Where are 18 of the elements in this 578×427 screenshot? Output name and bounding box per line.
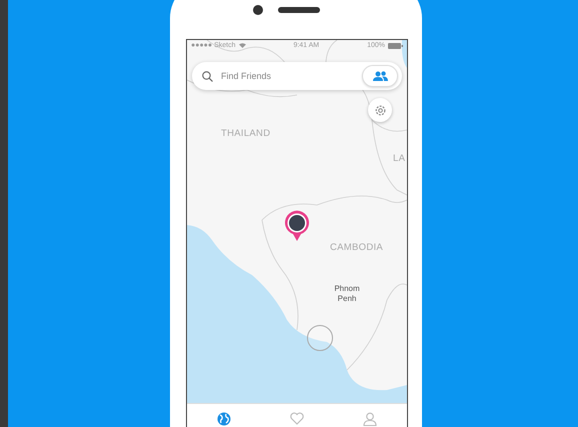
heart-icon: [290, 412, 304, 425]
battery-icon: [388, 42, 403, 48]
location-circle: [307, 325, 333, 351]
country-label: CAMBODIA: [330, 242, 384, 253]
camera-icon: [253, 5, 263, 15]
tab-button[interactable]: [288, 410, 306, 427]
country-label: THAILAND: [221, 128, 270, 139]
people-icon: [372, 71, 388, 81]
wifi-icon: [238, 43, 246, 48]
speaker-icon: [278, 7, 320, 13]
city-label: Phnom Penh: [333, 284, 361, 304]
country-label: LA: [393, 153, 406, 164]
tab-button[interactable]: [214, 410, 233, 427]
person-icon: [363, 412, 378, 426]
search-icon: [202, 71, 213, 82]
settings-icon: [374, 104, 386, 116]
settings-button[interactable]: [368, 98, 392, 122]
tab-button[interactable]: [361, 410, 380, 427]
